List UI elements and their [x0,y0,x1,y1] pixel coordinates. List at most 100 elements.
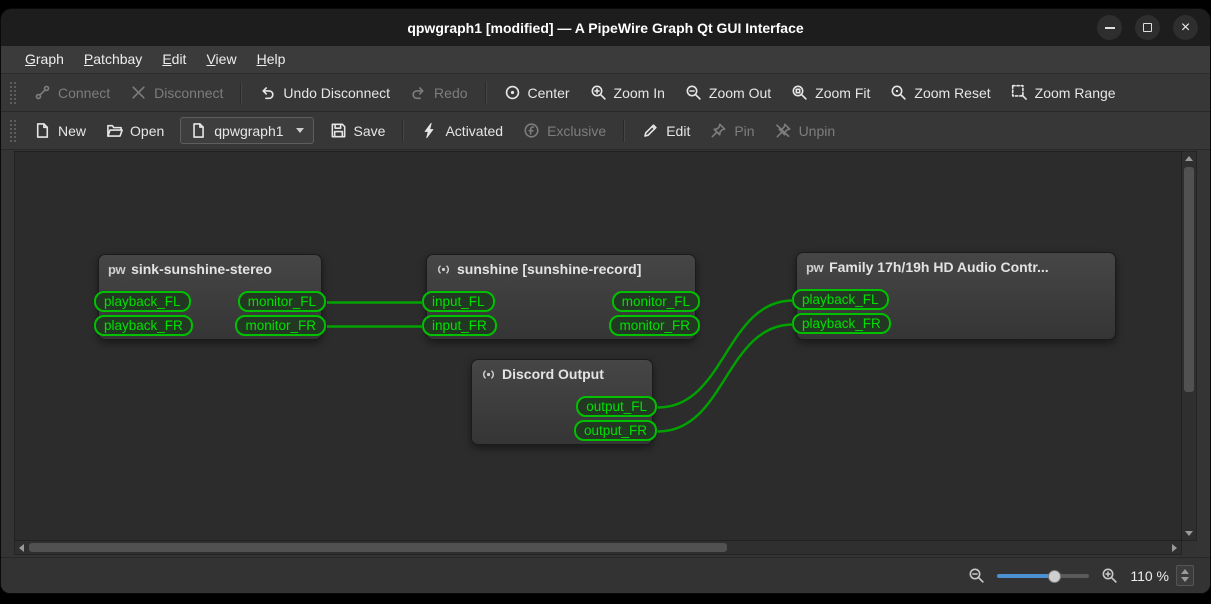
port-monitor_FR[interactable]: monitor_FR [609,315,700,336]
zoom-out-label: Zoom Out [708,84,772,101]
connection-wires [326,299,794,433]
unpin-icon [775,122,792,139]
zoom-slider[interactable] [997,568,1090,584]
scroll-up-button[interactable] [1182,152,1196,165]
zoom-reset-icon [890,84,907,101]
zoom-out-icon[interactable] [968,567,985,584]
menu-edit[interactable]: Edit [152,46,196,73]
disconnect-icon [130,84,147,101]
dropdown-caret-icon [295,128,304,133]
zoom-fit-icon [791,84,808,101]
spin-up-button[interactable] [1181,569,1189,574]
activated-button[interactable]: Activated [412,116,512,145]
graph-node-discord[interactable]: Discord Output output_FL output_FR [471,359,657,445]
scrollbar-corner [1182,541,1197,555]
scroll-right-button[interactable] [1168,541,1181,554]
undo-disconnect-label: Undo Disconnect [283,84,391,101]
edit-button[interactable]: Edit [633,116,699,145]
zoom-range-label: Zoom Range [1034,84,1116,101]
center-button[interactable]: Center [495,78,579,107]
redo-button[interactable]: Redo [401,78,476,107]
vertical-scrollbar[interactable] [1182,151,1197,541]
port-output_FR[interactable]: output_FR [573,420,657,441]
zoom-in-icon[interactable] [1101,567,1118,584]
node-title: Discord Output [502,366,604,382]
zoom-in-button[interactable]: Zoom In [581,78,674,107]
zoom-slider-handle[interactable] [1048,569,1062,583]
node-header[interactable]: sunshine [sunshine-record] [427,255,695,283]
spin-down-button[interactable] [1181,577,1189,582]
menu-help[interactable]: Help [247,46,296,73]
statusbar: 110 % [1,557,1210,593]
patchbay-select-combo[interactable]: qpwgraph1 [180,117,314,144]
graph-canvas[interactable]: pw sink-sunshine-stereo playback_FL playbac… [14,151,1182,541]
audio-icon [436,262,451,277]
file-icon [190,122,207,139]
window-title: qpwgraph1 [modified] — A PipeWire Graph … [407,19,804,36]
menu-patchbay[interactable]: Patchbay [74,46,152,73]
disconnect-label: Disconnect [154,84,224,101]
zoom-out-button[interactable]: Zoom Out [676,78,780,107]
zoom-fit-button[interactable]: Zoom Fit [782,78,879,107]
menu-graph[interactable]: Graph [15,46,74,73]
scroll-down-button[interactable] [1182,527,1196,540]
menubar: Graph Patchbay Edit View Help [1,46,1210,74]
port-monitor_FL[interactable]: monitor_FL [237,291,326,312]
arrow-down-icon [1185,531,1193,536]
exclusive-button[interactable]: Exclusive [514,116,615,145]
patchbay-select-label: qpwgraph1 [214,122,284,139]
node-header[interactable]: pw Family 17h/19h HD Audio Contr... [797,253,1115,281]
toolbar-handle[interactable] [10,119,16,142]
vertical-scroll-thumb[interactable] [1184,167,1194,392]
maximize-button[interactable] [1135,15,1160,40]
port-output_FL[interactable]: output_FL [576,396,657,417]
open-button[interactable]: Open [97,116,173,145]
new-button[interactable]: New [25,116,95,145]
zoom-range-icon [1011,84,1028,101]
exclusive-icon [523,122,540,139]
disconnect-button[interactable]: Disconnect [121,78,232,107]
zoom-spinbox[interactable]: 110 % [1130,565,1194,586]
port-playback_FL[interactable]: playback_FL [792,289,889,310]
titlebar[interactable]: qpwgraph1 [modified] — A PipeWire Graph … [1,9,1210,46]
close-icon: × [1180,18,1191,36]
menu-view[interactable]: View [196,46,246,73]
horizontal-scroll-thumb[interactable] [29,543,727,552]
toolbar-separator [402,119,405,142]
toolbar-handle[interactable] [10,81,16,104]
app-window: qpwgraph1 [modified] — A PipeWire Graph … [0,8,1211,594]
patchbay-toolbar: New Open qpwgraph1 Save Activated Exclusive Ed… [1,112,1210,150]
undo-disconnect-button[interactable]: Undo Disconnect [250,78,399,107]
port-monitor_FR[interactable]: monitor_FR [235,315,326,336]
graph-wire[interactable] [657,323,794,433]
toolbar-separator [240,81,243,104]
port-playback_FR[interactable]: playback_FR [792,313,891,334]
graph-node-sink[interactable]: pw sink-sunshine-stereo playback_FLplaybac… [94,254,326,340]
connect-icon [34,84,51,101]
edit-label: Edit [666,122,691,139]
close-button[interactable]: × [1173,15,1198,40]
port-playback_FR[interactable]: playback_FR [94,315,193,336]
zoom-range-button[interactable]: Zoom Range [1002,78,1125,107]
graph-node-sunshine[interactable]: sunshine [sunshine-record] input_FL input_… [422,254,700,340]
bolt-icon [421,122,438,139]
node-header[interactable]: pw sink-sunshine-stereo [99,255,321,283]
zoom-reset-button[interactable]: Zoom Reset [881,78,999,107]
port-monitor_FL[interactable]: monitor_FL [611,291,700,312]
pin-button[interactable]: Pin [701,116,763,145]
arrow-right-icon [1172,543,1177,552]
connect-button[interactable]: Connect [25,78,119,107]
scroll-left-button[interactable] [15,541,28,554]
port-input_FL[interactable]: input_FL [422,291,495,312]
window-controls: × [1097,9,1198,46]
port-input_FR[interactable]: input_FR [422,315,497,336]
port-playback_FL[interactable]: playback_FL [94,291,191,312]
node-title: sunshine [sunshine-record] [457,261,642,277]
unpin-button[interactable]: Unpin [766,116,845,145]
minimize-button[interactable] [1097,15,1122,40]
save-button[interactable]: Save [321,116,395,145]
graph-toolbar-items: Connect Disconnect Undo Disconnect Redo Cent… [25,78,1125,107]
horizontal-scrollbar[interactable] [14,541,1182,555]
graph-node-family[interactable]: pw Family 17h/19h HD Audio Contr... playba… [792,252,1116,340]
node-header[interactable]: Discord Output [472,360,652,388]
